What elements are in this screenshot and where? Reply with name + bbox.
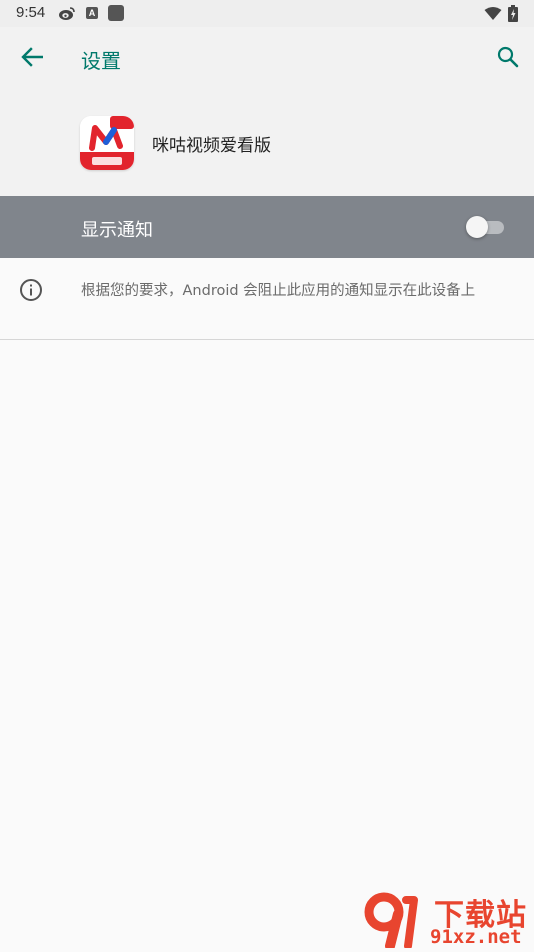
square-notification-icon	[108, 5, 124, 21]
wifi-icon	[484, 6, 502, 25]
info-icon	[19, 278, 43, 302]
show-notifications-row[interactable]: 显示通知	[0, 196, 534, 258]
show-notifications-switch[interactable]	[466, 216, 506, 238]
status-bar: 9:54 A	[0, 0, 534, 27]
blocked-notifications-message: 根据您的要求，Android 会阻止此应用的通知显示在此设备上	[81, 283, 476, 299]
watermark-domain: 91xz.net	[430, 926, 522, 948]
search-icon	[497, 46, 519, 72]
page-title: 设置	[81, 49, 121, 73]
search-button[interactable]	[488, 39, 528, 79]
watermark: 下载站 91xz.net	[360, 888, 532, 951]
info-row: 根据您的要求，Android 会阻止此应用的通知显示在此设备上	[0, 258, 534, 340]
show-notifications-label: 显示通知	[81, 220, 153, 241]
weibo-icon	[58, 6, 76, 25]
battery-charging-icon	[508, 5, 518, 26]
app-name: 咪咕视频爱看版	[152, 136, 271, 156]
status-time: 9:54	[16, 4, 46, 21]
back-button[interactable]	[12, 39, 52, 79]
watermark-logo-icon	[362, 890, 422, 951]
app-logo-icon	[80, 116, 134, 170]
arrow-back-icon	[21, 47, 44, 71]
switch-thumb	[466, 216, 488, 238]
app-header: 咪咕视频爱看版	[0, 89, 534, 196]
a-notification-icon: A	[86, 7, 98, 19]
app-bar: 设置	[0, 27, 534, 89]
